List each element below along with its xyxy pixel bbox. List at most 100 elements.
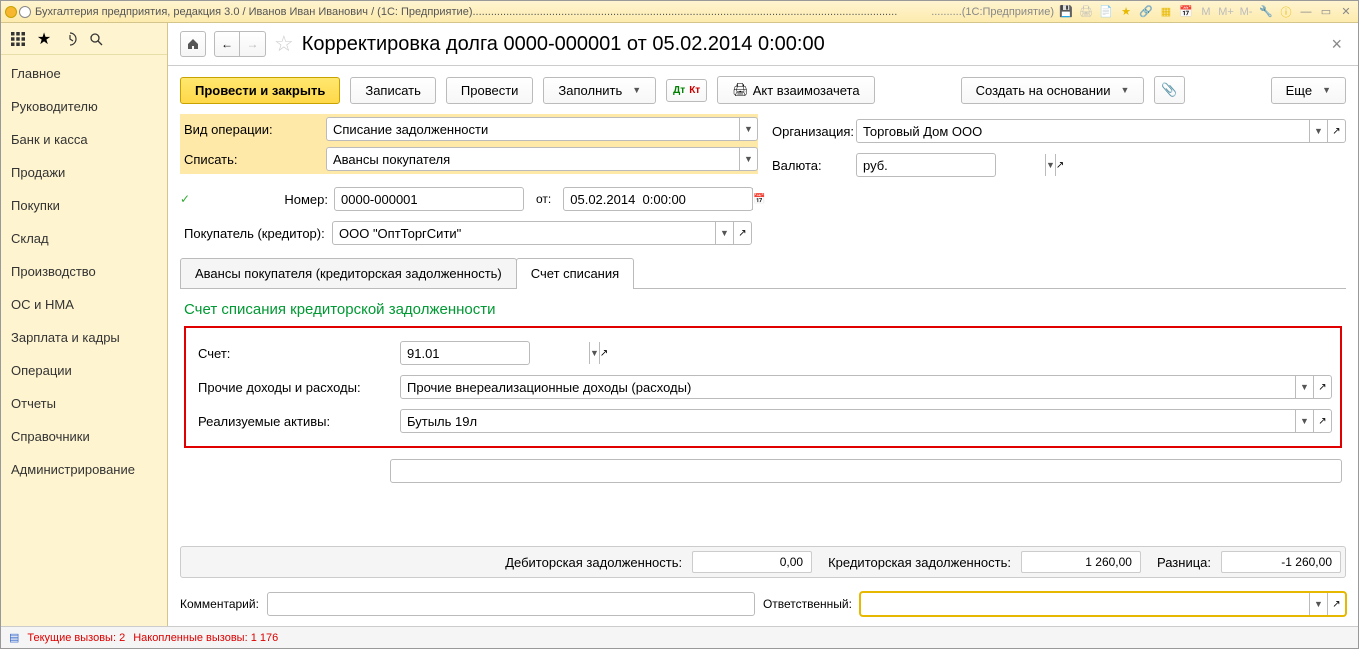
other-income-combo[interactable]: ▼ ↗ <box>400 375 1332 399</box>
settings-icon[interactable]: 🔧 <box>1258 4 1274 20</box>
link-icon[interactable]: 🔗 <box>1138 4 1154 20</box>
minimize-icon[interactable]: — <box>1298 4 1314 20</box>
dropdown-icon[interactable]: ▼ <box>739 148 757 170</box>
attachments-button[interactable]: 📎 <box>1154 76 1184 104</box>
doc-icon[interactable]: 📄 <box>1098 4 1114 20</box>
empty-input[interactable] <box>391 460 1341 482</box>
memory-m-icon[interactable]: M <box>1198 4 1214 20</box>
comment-field[interactable] <box>267 592 755 616</box>
search-icon[interactable] <box>87 30 105 48</box>
calendar-icon[interactable]: 📅 <box>752 188 765 210</box>
open-icon[interactable]: ↗ <box>599 342 608 364</box>
write-button[interactable]: Записать <box>350 77 436 104</box>
history-icon[interactable] <box>61 30 79 48</box>
open-icon[interactable]: ↗ <box>1055 154 1064 176</box>
dropdown-icon[interactable]: ▼ <box>715 222 733 244</box>
currency-input[interactable] <box>857 154 1045 176</box>
create-based-button[interactable]: Создать на основании▼ <box>961 77 1145 104</box>
calc-icon[interactable]: ▦ <box>1158 4 1174 20</box>
write-off-label: Списать: <box>180 152 326 167</box>
comment-input[interactable] <box>268 593 754 615</box>
calendar-icon[interactable]: 📅 <box>1178 4 1194 20</box>
post-button[interactable]: Провести <box>446 77 534 104</box>
write-off-input[interactable] <box>327 148 739 170</box>
operation-type-input[interactable] <box>327 118 739 140</box>
responsible-input[interactable] <box>861 593 1309 615</box>
favorite-star-icon[interactable]: ☆ <box>274 31 294 57</box>
open-icon[interactable]: ↗ <box>1313 376 1331 398</box>
post-and-close-button[interactable]: Провести и закрыть <box>180 77 340 104</box>
diff-value: -1 260,00 <box>1221 551 1341 573</box>
dropdown-icon[interactable]: ▼ <box>1309 593 1327 615</box>
tabs: Авансы покупателя (кредиторская задолжен… <box>180 258 1346 289</box>
other-income-input[interactable] <box>401 376 1295 398</box>
sidebar-item-manager[interactable]: Руководителю <box>1 90 167 123</box>
save-icon[interactable]: 💾 <box>1058 4 1074 20</box>
memory-mplus-icon[interactable]: M+ <box>1218 4 1234 20</box>
tab-advances[interactable]: Авансы покупателя (кредиторская задолжен… <box>180 258 517 288</box>
organization-input[interactable] <box>857 120 1309 142</box>
dropdown-icon[interactable]: ▼ <box>1045 154 1055 176</box>
close-document-icon[interactable]: × <box>1327 34 1346 55</box>
comment-label: Комментарий: <box>180 597 259 611</box>
open-icon[interactable]: ↗ <box>1327 120 1345 142</box>
fill-button[interactable]: Заполнить▼ <box>543 77 656 104</box>
print-icon[interactable]: 🖨 <box>1078 4 1094 20</box>
sidebar-item-warehouse[interactable]: Склад <box>1 222 167 255</box>
account-input[interactable] <box>401 342 589 364</box>
sidebar-item-bank[interactable]: Банк и касса <box>1 123 167 156</box>
dropdown-icon[interactable]: ▼ <box>739 118 757 140</box>
sidebar-item-admin[interactable]: Администрирование <box>1 453 167 486</box>
sidebar-item-purchases[interactable]: Покупки <box>1 189 167 222</box>
dropdown-icon[interactable]: ▼ <box>589 342 599 364</box>
sidebar-item-main[interactable]: Главное <box>1 57 167 90</box>
dropdown-icon[interactable]: ▼ <box>1295 376 1313 398</box>
sidebar-item-assets[interactable]: ОС и НМА <box>1 288 167 321</box>
account-label: Счет: <box>194 346 394 361</box>
number-field[interactable] <box>334 187 524 211</box>
open-icon[interactable]: ↗ <box>1327 593 1345 615</box>
buyer-combo[interactable]: ▼ ↗ <box>332 221 752 245</box>
open-icon[interactable]: ↗ <box>733 222 751 244</box>
dropdown-icon[interactable]: ▼ <box>1309 120 1327 142</box>
sidebar-item-catalogs[interactable]: Справочники <box>1 420 167 453</box>
date-input[interactable] <box>564 188 752 210</box>
open-icon[interactable]: ↗ <box>1313 410 1331 432</box>
sidebar-item-salary[interactable]: Зарплата и кадры <box>1 321 167 354</box>
more-button[interactable]: Еще▼ <box>1271 77 1346 104</box>
act-button[interactable]: 🖨Акт взаимозачета <box>717 76 874 104</box>
account-combo[interactable]: ▼ ↗ <box>400 341 530 365</box>
organization-combo[interactable]: ▼ ↗ <box>856 119 1346 143</box>
sidebar-nav: Главное Руководителю Банк и касса Продаж… <box>1 55 167 488</box>
maximize-icon[interactable]: ▭ <box>1318 4 1334 20</box>
back-button[interactable]: ← <box>214 31 240 57</box>
close-icon[interactable]: ✕ <box>1338 4 1354 20</box>
date-field[interactable]: 📅 <box>563 187 753 211</box>
home-button[interactable] <box>180 31 206 57</box>
buyer-label: Покупатель (кредитор): <box>180 226 326 241</box>
assets-input[interactable] <box>401 410 1295 432</box>
empty-combo[interactable] <box>390 459 1342 483</box>
sidebar-item-production[interactable]: Производство <box>1 255 167 288</box>
write-off-combo[interactable]: ▼ <box>326 147 758 171</box>
sidebar-item-reports[interactable]: Отчеты <box>1 387 167 420</box>
forward-button[interactable]: → <box>240 31 266 57</box>
dtkt-button[interactable]: ДтКт <box>666 79 707 102</box>
star-icon[interactable]: ★ <box>1118 4 1134 20</box>
sidebar-item-sales[interactable]: Продажи <box>1 156 167 189</box>
diff-label: Разница: <box>1151 555 1211 570</box>
titlebar-dropdown[interactable] <box>19 6 31 18</box>
apps-icon[interactable] <box>9 30 27 48</box>
memory-mminus-icon[interactable]: M- <box>1238 4 1254 20</box>
responsible-combo[interactable]: ▼ ↗ <box>860 592 1346 616</box>
buyer-input[interactable] <box>333 222 715 244</box>
dropdown-icon[interactable]: ▼ <box>1295 410 1313 432</box>
sidebar-item-operations[interactable]: Операции <box>1 354 167 387</box>
operation-type-combo[interactable]: ▼ <box>326 117 758 141</box>
currency-combo[interactable]: ▼ ↗ <box>856 153 996 177</box>
assets-combo[interactable]: ▼ ↗ <box>400 409 1332 433</box>
number-input[interactable] <box>335 188 523 210</box>
favorites-icon[interactable]: ★ <box>35 30 53 48</box>
tab-writeoff-account[interactable]: Счет списания <box>516 258 634 288</box>
info-icon[interactable]: ⓘ <box>1278 4 1294 20</box>
